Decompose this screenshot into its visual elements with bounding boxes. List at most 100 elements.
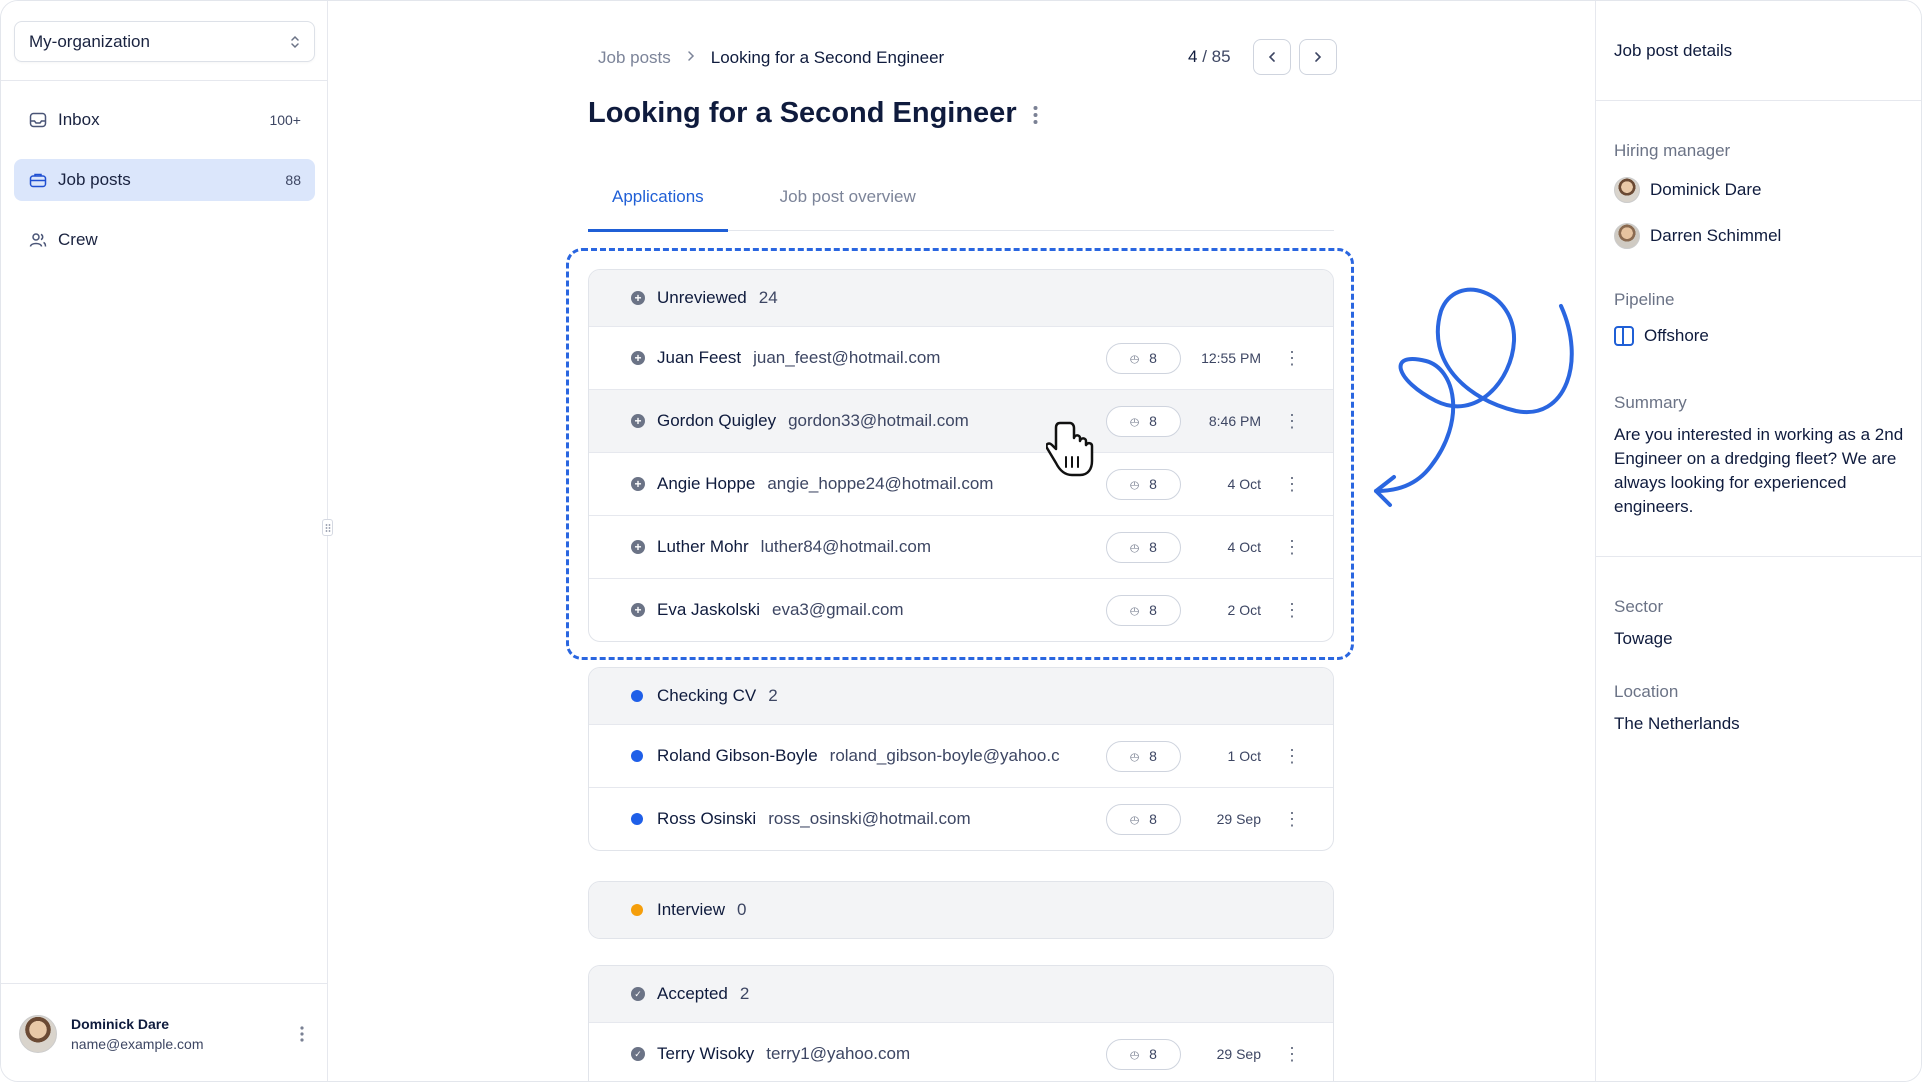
sidebar: My-organization Inbox 100+ Job posts 88 — [1, 1, 328, 1081]
more-vertical-icon[interactable] — [294, 1025, 310, 1042]
group-title: Unreviewed — [657, 288, 747, 307]
attachments-count: 8 — [1149, 811, 1157, 827]
panel-title: Job post details — [1596, 1, 1921, 101]
table-row[interactable]: Ross Osinski ross_osinski@hotmail.com ⦺ 8… — [589, 787, 1333, 850]
more-vertical-icon[interactable]: ⋮ — [1283, 1044, 1301, 1065]
group-title: Accepted — [657, 984, 728, 1003]
plus-circle-icon: + — [631, 351, 645, 365]
sector-section: Sector Towage — [1596, 597, 1921, 649]
applicant-email: gordon33@hotmail.com — [788, 411, 969, 430]
table-row[interactable]: + Eva Jaskolski eva3@gmail.com ⦺ 8 2 Oct … — [589, 578, 1333, 641]
attachments-count: 8 — [1149, 602, 1157, 618]
user-info: Dominick Dare name@example.com — [71, 1016, 294, 1052]
main-content: Job posts Looking for a Second Engineer … — [328, 1, 1595, 1081]
paperclip-icon: ⦺ — [1130, 412, 1140, 429]
tab-applications[interactable]: Applications — [588, 177, 728, 232]
group-title: Interview — [657, 900, 726, 919]
chevron-left-icon — [1268, 52, 1275, 62]
organization-select[interactable]: My-organization — [14, 21, 315, 62]
sidebar-item-label: Inbox — [58, 110, 100, 129]
paperclip-icon: ⦺ — [1130, 601, 1140, 618]
tab-job-post-overview[interactable]: Job post overview — [756, 177, 940, 231]
applicant-date: 2 Oct — [1227, 602, 1261, 618]
applicant-email: ross_osinski@hotmail.com — [768, 809, 971, 828]
plus-circle-icon: + — [631, 603, 645, 617]
more-vertical-icon[interactable]: ⋮ — [1283, 600, 1301, 621]
user-profile[interactable]: Dominick Dare name@example.com — [1, 983, 328, 1081]
group-unreviewed: + Unreviewed 24 + Juan Feest juan_feest@… — [588, 269, 1334, 642]
pipeline-item[interactable]: Offshore — [1614, 326, 1906, 346]
next-button[interactable] — [1298, 39, 1337, 75]
more-vertical-icon[interactable]: ⋮ — [1283, 809, 1301, 830]
main-nav: Inbox 100+ Job posts 88 Crew — [14, 99, 315, 279]
sidebar-item-job-posts[interactable]: Job posts 88 — [14, 159, 315, 201]
applicant-date: 4 Oct — [1227, 539, 1261, 555]
manager-name: Darren Schimmel — [1650, 226, 1782, 245]
chevron-right-icon — [1314, 52, 1321, 62]
status-dot — [631, 690, 643, 702]
pipeline-section: Pipeline Offshore — [1596, 290, 1921, 346]
breadcrumb-link[interactable]: Job posts — [598, 48, 671, 68]
more-vertical-icon[interactable]: ⋮ — [1283, 474, 1301, 495]
group-header[interactable]: + Unreviewed 24 — [589, 270, 1333, 326]
table-row[interactable]: + Angie Hoppe angie_hoppe24@hotmail.com … — [589, 452, 1333, 515]
attachments-badge[interactable]: ⦺ 8 — [1106, 1038, 1181, 1070]
attachments-badge[interactable]: ⦺ 8 — [1106, 803, 1181, 835]
user-name: Dominick Dare — [71, 1015, 170, 1032]
applicant-email: angie_hoppe24@hotmail.com — [767, 474, 994, 493]
attachments-badge[interactable]: ⦺ 8 — [1106, 594, 1181, 626]
attachments-badge[interactable]: ⦺ 8 — [1106, 531, 1181, 563]
plus-circle-icon: + — [631, 414, 645, 428]
more-vertical-icon[interactable]: ⋮ — [1283, 537, 1301, 558]
group-accepted: ✓ Accepted 2 ✓ Terry Wisoky terry1@yahoo… — [588, 965, 1334, 1081]
sidebar-item-crew[interactable]: Crew — [14, 219, 315, 261]
page-total: 85 — [1211, 47, 1231, 66]
group-header[interactable]: Interview 0 — [589, 882, 1333, 938]
attachments-badge[interactable]: ⦺ 8 — [1106, 405, 1181, 437]
group-header[interactable]: ✓ Accepted 2 — [589, 966, 1333, 1022]
table-row[interactable]: + Luther Mohr luther84@hotmail.com ⦺ 8 4 … — [589, 515, 1333, 578]
attachments-badge[interactable]: ⦺ 8 — [1106, 342, 1181, 374]
table-row[interactable]: + Juan Feest juan_feest@hotmail.com ⦺ 8 1… — [589, 326, 1333, 389]
table-row[interactable]: Roland Gibson-Boyle roland_gibson-boyle@… — [589, 724, 1333, 787]
attachments-count: 8 — [1149, 748, 1157, 764]
applicant-email: terry1@yahoo.com — [766, 1044, 911, 1063]
location-value: The Netherlands — [1614, 714, 1740, 733]
table-row[interactable]: + Gordon Quigley gordon33@hotmail.com ⦺ 8… — [589, 389, 1333, 452]
group-header[interactable]: Checking CV 2 — [589, 668, 1333, 724]
more-vertical-icon[interactable] — [1033, 105, 1038, 131]
applicant-email: juan_feest@hotmail.com — [753, 348, 941, 367]
applicant-name: Terry Wisoky — [657, 1044, 755, 1063]
applicant-name: Ross Osinski — [657, 809, 757, 828]
paperclip-icon: ⦺ — [1130, 349, 1140, 366]
attachments-badge[interactable]: ⦺ 8 — [1106, 468, 1181, 500]
applicant-email: luther84@hotmail.com — [760, 537, 932, 556]
panel-divider — [1596, 556, 1921, 557]
page-title: Looking for a Second Engineer — [588, 97, 1017, 129]
previous-button[interactable] — [1252, 39, 1291, 75]
attachments-count: 8 — [1149, 476, 1157, 492]
table-row[interactable]: ✓ Terry Wisoky terry1@yahoo.com ⦺ 8 29 Se… — [589, 1022, 1333, 1081]
manager-name: Dominick Dare — [1650, 180, 1762, 199]
hand-cursor-icon — [1046, 421, 1094, 477]
paperclip-icon: ⦺ — [1130, 538, 1140, 555]
arrow-doodle-icon — [1374, 287, 1574, 507]
check-circle-icon: ✓ — [631, 1047, 645, 1061]
sidebar-item-count: 100+ — [269, 112, 301, 128]
manager-item[interactable]: Darren Schimmel — [1614, 223, 1906, 249]
more-vertical-icon[interactable]: ⋮ — [1283, 411, 1301, 432]
manager-item[interactable]: Dominick Dare — [1614, 177, 1906, 203]
more-vertical-icon[interactable]: ⋮ — [1283, 746, 1301, 767]
applicant-name: Roland Gibson-Boyle — [657, 746, 818, 765]
sidebar-item-inbox[interactable]: Inbox 100+ — [14, 99, 315, 141]
sidebar-item-label: Crew — [58, 230, 98, 249]
attachments-badge[interactable]: ⦺ 8 — [1106, 740, 1181, 772]
more-vertical-icon[interactable]: ⋮ — [1283, 348, 1301, 369]
group-title: Checking CV — [657, 686, 757, 705]
applicant-name: Gordon Quigley — [657, 411, 777, 430]
applicant-name: Angie Hoppe — [657, 474, 756, 493]
page-separator: / — [1202, 47, 1207, 66]
tabs: Applications Job post overview — [588, 177, 1334, 232]
location-label: Location — [1614, 682, 1679, 701]
attachments-count: 8 — [1149, 539, 1157, 555]
